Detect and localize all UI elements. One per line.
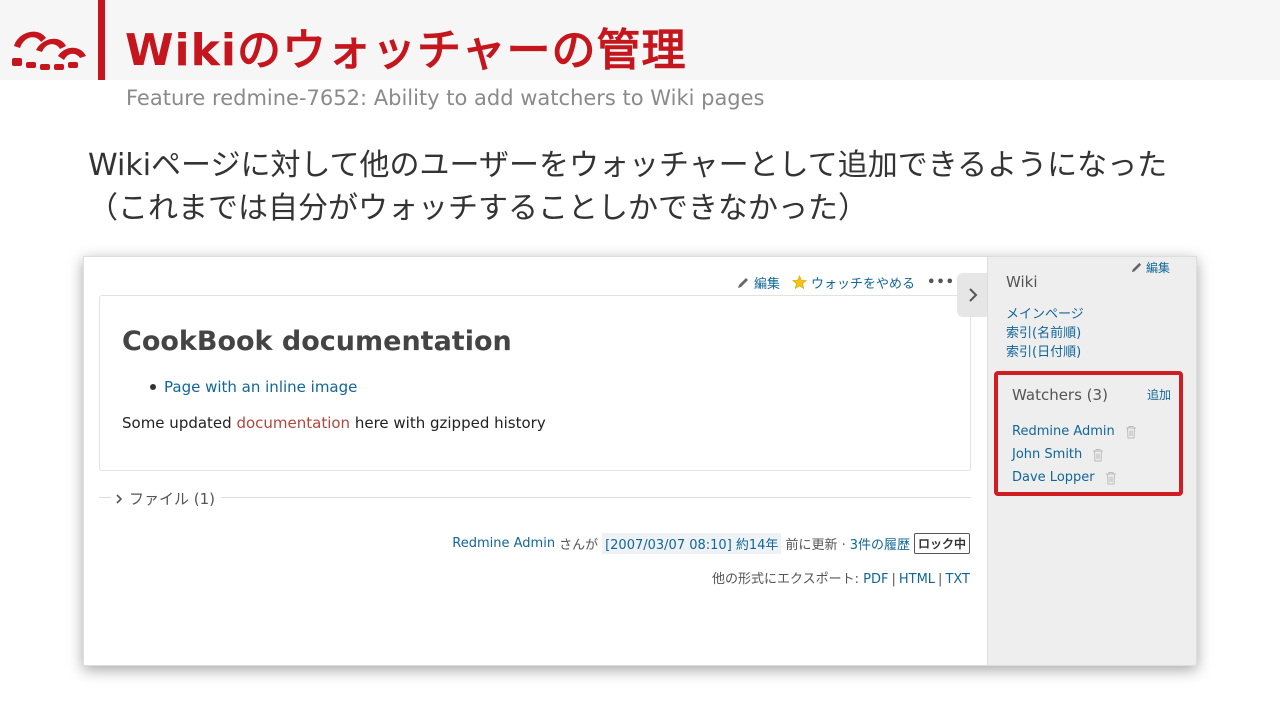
sidebar-links: メインページ 索引(名前順) 索引(日付順) [1006,305,1084,362]
export-html-link[interactable]: HTML [899,572,935,587]
pencil-icon [1131,262,1142,273]
sidebar-toggle-button[interactable] [957,273,989,317]
unwatch-label: ウォッチをやめる [811,277,916,292]
redmine-screenshot: 編集 ウォッチをやめる ••• CookBook documentation P… [83,256,1197,666]
watchers-list: Redmine Admin John Smith Dave Lopper [1012,420,1137,489]
edit-label: 編集 [754,277,781,292]
list-item: Page with an inline image [150,378,357,396]
list-item: Dave Lopper [1012,466,1137,489]
slide-header: Wikiのウォッチャーの管理 [0,0,1280,80]
slide-body-text: Wikiページに対して他のユーザーをウォッチャーとして追加できるようになった（こ… [88,148,1168,226]
slide-subtitle: Feature redmine-7652: Ability to add wat… [126,86,765,110]
updated-info: Redmine Admin さんが [2007/03/07 08:10] 約14… [452,533,970,554]
wiki-paragraph: Some updated documentation here with gzi… [122,414,546,432]
chevron-right-icon [969,288,978,302]
pencil-icon [738,277,749,288]
sidebar-title: Wiki [1006,273,1038,291]
documentation-link[interactable]: documentation [236,414,350,432]
page-title: CookBook documentation [122,326,512,357]
inline-image-page-link[interactable]: Page with an inline image [164,378,357,396]
wiki-main-content: 編集 ウォッチをやめる ••• CookBook documentation P… [84,257,987,665]
list-item: Redmine Admin [1012,420,1137,443]
contextual-menu: 編集 ウォッチをやめる ••• [736,273,955,292]
divider [99,497,111,498]
redmine-logo-icon [12,31,86,70]
paragraph-text-before: Some updated [122,414,237,432]
more-actions-button[interactable]: ••• [927,275,955,290]
watchers-title: Watchers (3) [1012,386,1108,404]
trash-icon[interactable] [1125,425,1137,439]
export-links: 他の形式にエクスポート: PDF | HTML | TXT [712,572,970,587]
trash-icon[interactable] [1092,448,1104,462]
watchers-box: Watchers (3) 追加 Redmine Admin John Smith… [994,371,1183,496]
export-txt-link[interactable]: TXT [945,572,970,587]
locked-badge: ロック中 [913,533,970,554]
sidebar-link-index-by-date[interactable]: 索引(日付順) [1006,343,1084,362]
title-accent-bar [98,0,105,80]
divider [221,497,971,498]
history-link[interactable]: 3件の履歴 [850,534,910,553]
updated-suffix-text: 前に更新 · [785,538,846,553]
star-icon [792,275,808,290]
export-label: 他の形式にエクスポート: [712,572,859,587]
slide-title: Wikiのウォッチャーの管理 [125,25,687,76]
export-pdf-link[interactable]: PDF [863,572,888,587]
watcher-name[interactable]: John Smith [1012,443,1082,466]
files-toggle[interactable]: ファイル (1) [115,488,215,509]
sidebar-link-index-by-title[interactable]: 索引(名前順) [1006,324,1084,343]
list-item: John Smith [1012,443,1137,466]
bullet-icon [150,384,156,390]
updated-by-text: さんが [559,538,599,553]
add-watcher-link[interactable]: 追加 [1147,386,1171,403]
unwatch-link[interactable]: ウォッチをやめる [792,273,915,292]
timestamp-link[interactable]: [2007/03/07 08:10] 約14年 [602,533,782,554]
author-link[interactable]: Redmine Admin [452,536,555,551]
paragraph-text-after: here with gzipped history [350,414,546,432]
files-label: ファイル (1) [129,490,216,508]
files-section: ファイル (1) [99,488,971,508]
sidebar-edit-link[interactable]: 編集 [1130,259,1170,276]
sidebar-edit-label: 編集 [1145,261,1170,275]
watcher-name[interactable]: Dave Lopper [1012,466,1095,489]
chevron-right-icon [116,493,123,504]
wiki-content-box: CookBook documentation Page with an inli… [99,295,971,471]
trash-icon[interactable] [1105,471,1117,485]
sidebar-link-main-page[interactable]: メインページ [1006,305,1084,324]
edit-link[interactable]: 編集 [736,273,780,292]
sidebar: 編集 Wiki メインページ 索引(名前順) 索引(日付順) Watchers … [987,257,1196,665]
watcher-name[interactable]: Redmine Admin [1012,420,1115,443]
